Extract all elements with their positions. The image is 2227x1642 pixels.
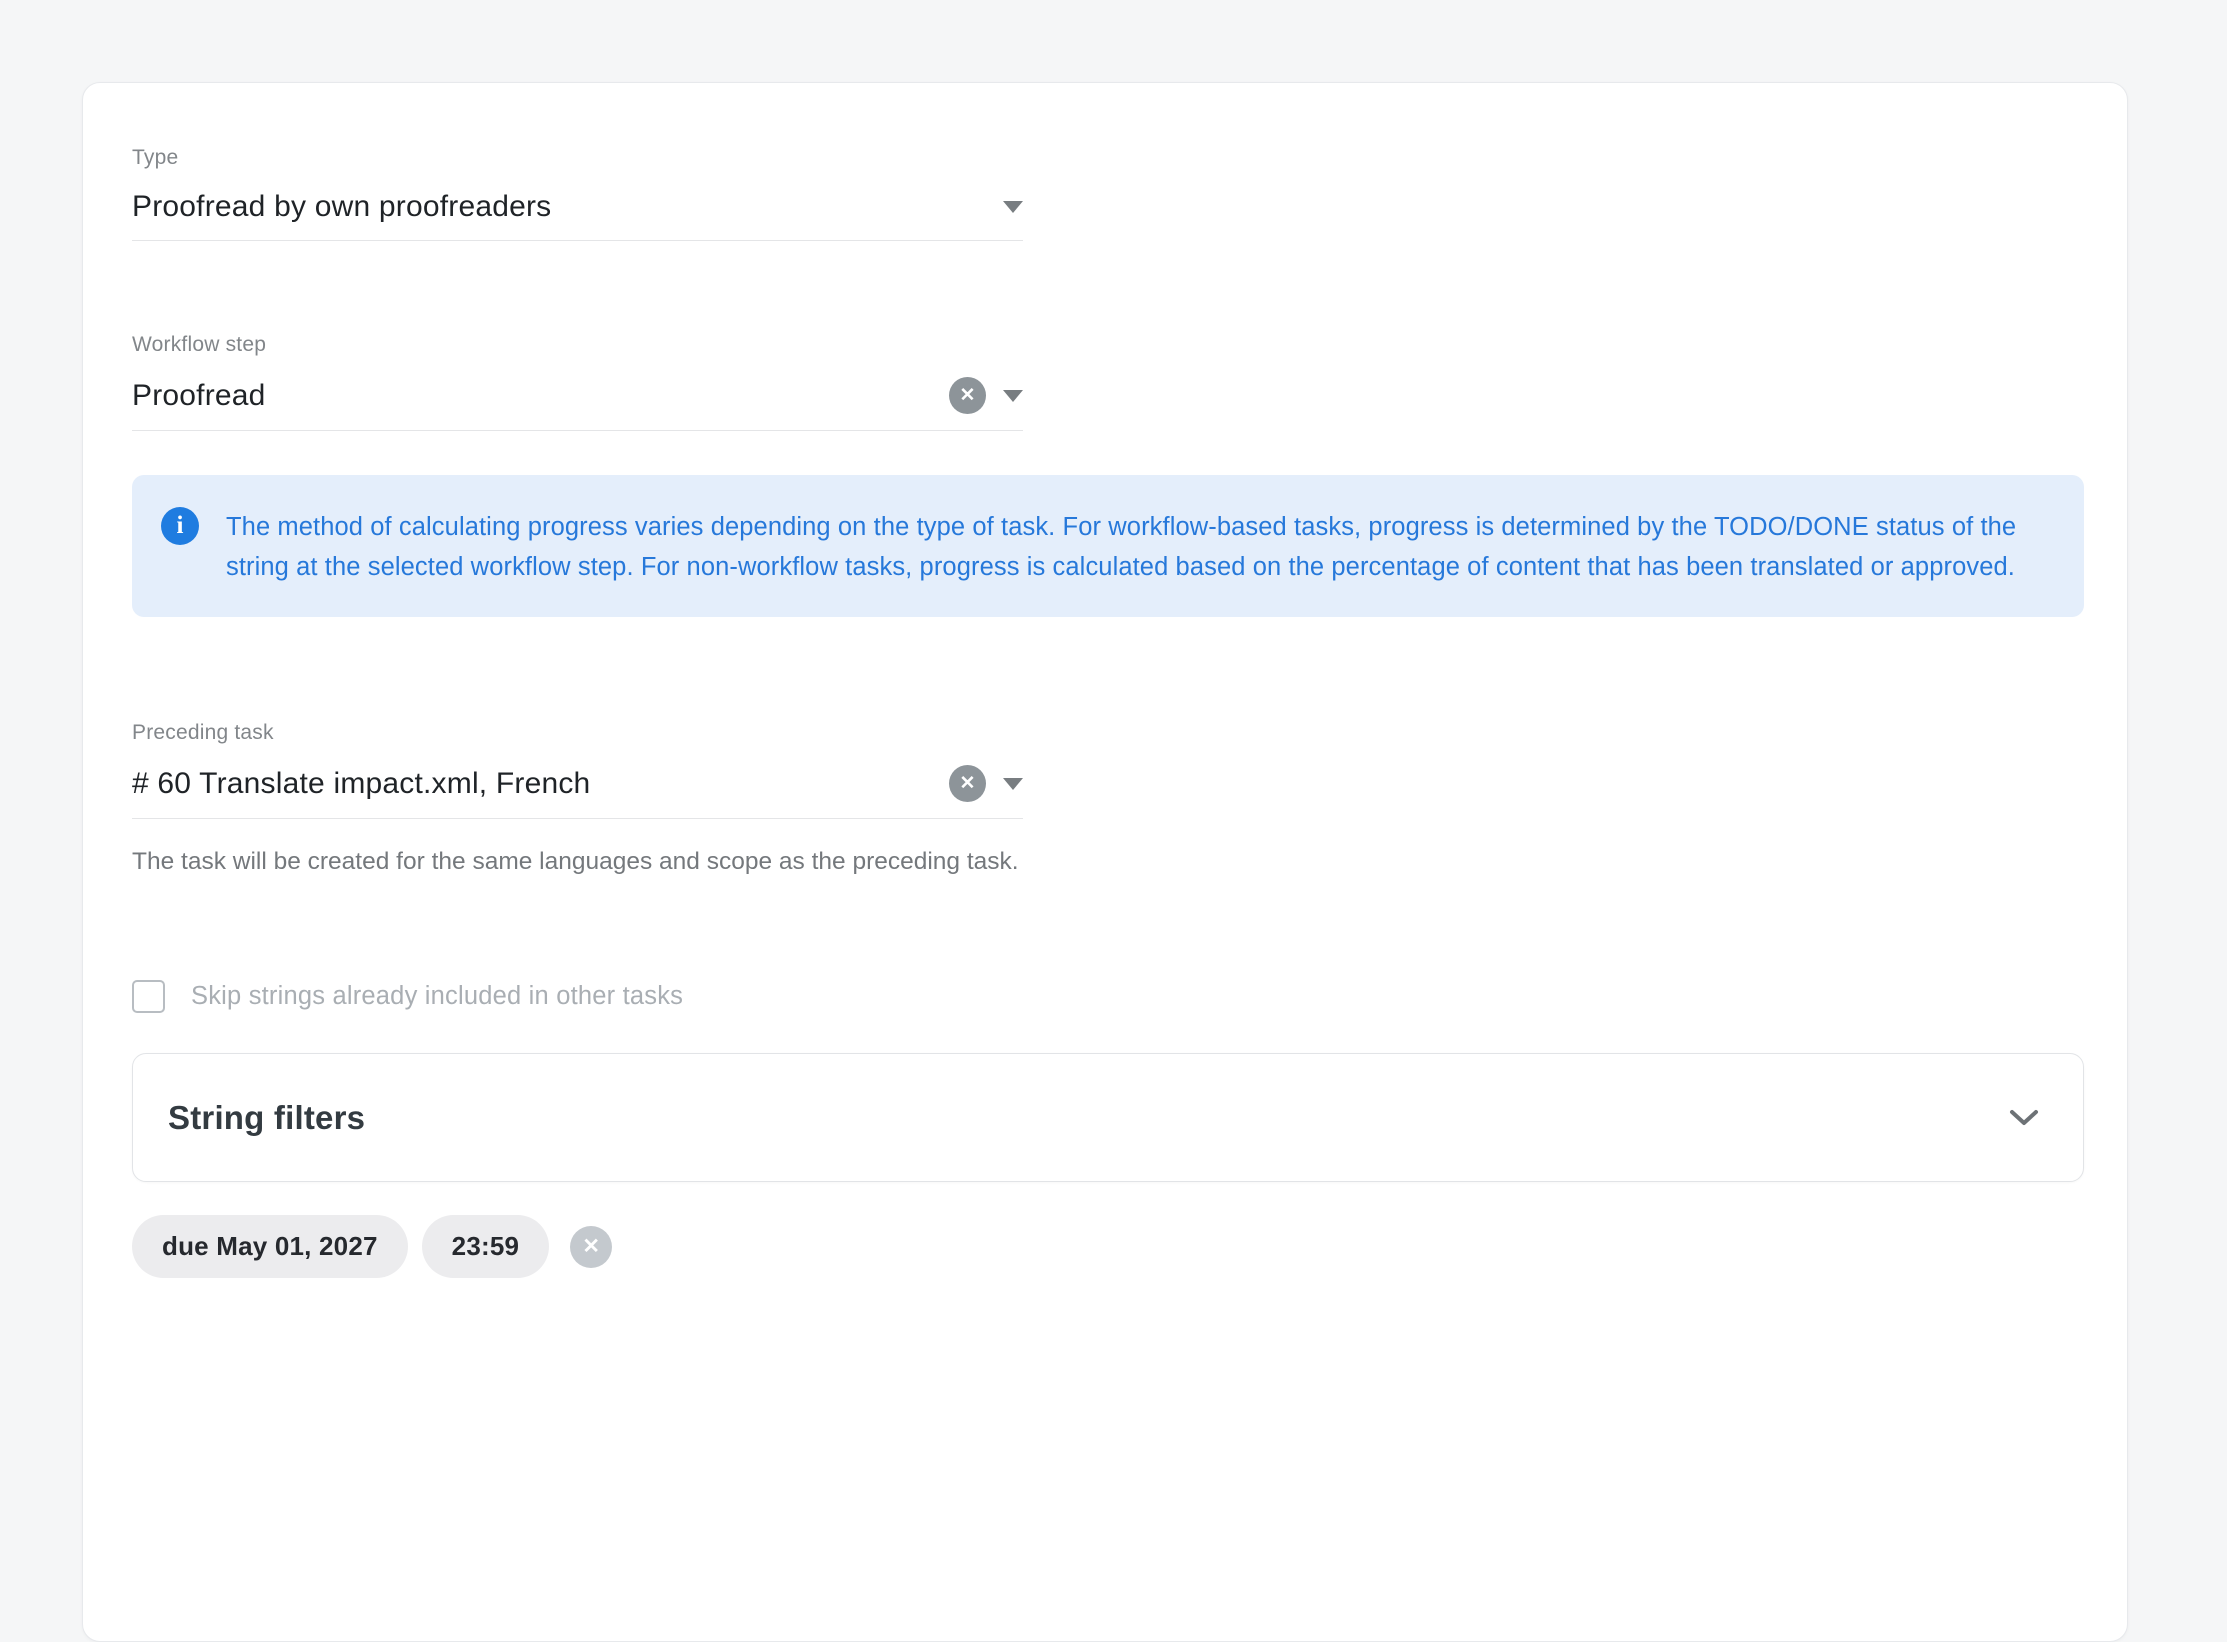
skip-strings-checkbox[interactable] xyxy=(132,980,165,1013)
preceding-task-field: Preceding task # 60 Translate impact.xml… xyxy=(132,721,1023,880)
progress-info-text: The method of calculating progress varie… xyxy=(226,507,2044,587)
workflow-step-clear-icon[interactable]: ✕ xyxy=(949,377,986,414)
skip-strings-row: Skip strings already included in other t… xyxy=(132,980,2083,1013)
workflow-step-field: Workflow step Proofread ✕ xyxy=(132,333,1023,431)
preceding-task-value: # 60 Translate impact.xml, French xyxy=(132,767,590,801)
preceding-task-helper-text: The task will be created for the same la… xyxy=(132,843,1037,880)
preceding-task-select[interactable]: # 60 Translate impact.xml, French ✕ xyxy=(132,765,1023,819)
skip-strings-label: Skip strings already included in other t… xyxy=(191,982,683,1011)
workflow-step-label: Workflow step xyxy=(132,333,1023,357)
type-field: Type Proofread by own proofreaders xyxy=(132,146,1023,241)
info-icon: i xyxy=(161,507,199,545)
task-form-card: Type Proofread by own proofreaders Workf… xyxy=(82,82,2128,1642)
type-field-label: Type xyxy=(132,146,1023,170)
type-select-value: Proofread by own proofreaders xyxy=(132,190,551,224)
chevron-down-icon[interactable] xyxy=(2009,1109,2039,1127)
due-date-chip[interactable]: due May 01, 2027 xyxy=(132,1215,408,1278)
workflow-step-value: Proofread xyxy=(132,379,266,413)
due-chips-row: due May 01, 2027 23:59 ✕ xyxy=(132,1215,2083,1278)
preceding-task-label: Preceding task xyxy=(132,721,1023,745)
string-filters-title: String filters xyxy=(168,1099,365,1137)
type-caret-down-icon[interactable] xyxy=(1003,201,1023,213)
preceding-task-caret-down-icon[interactable] xyxy=(1003,778,1023,790)
string-filters-header[interactable]: String filters xyxy=(132,1053,2084,1182)
workflow-step-select[interactable]: Proofread ✕ xyxy=(132,377,1023,431)
due-time-chip[interactable]: 23:59 xyxy=(422,1215,550,1278)
preceding-task-clear-icon[interactable]: ✕ xyxy=(949,765,986,802)
progress-info-box: i The method of calculating progress var… xyxy=(132,475,2084,617)
type-select[interactable]: Proofread by own proofreaders xyxy=(132,190,1023,241)
due-remove-icon[interactable]: ✕ xyxy=(570,1226,612,1268)
workflow-step-caret-down-icon[interactable] xyxy=(1003,390,1023,402)
